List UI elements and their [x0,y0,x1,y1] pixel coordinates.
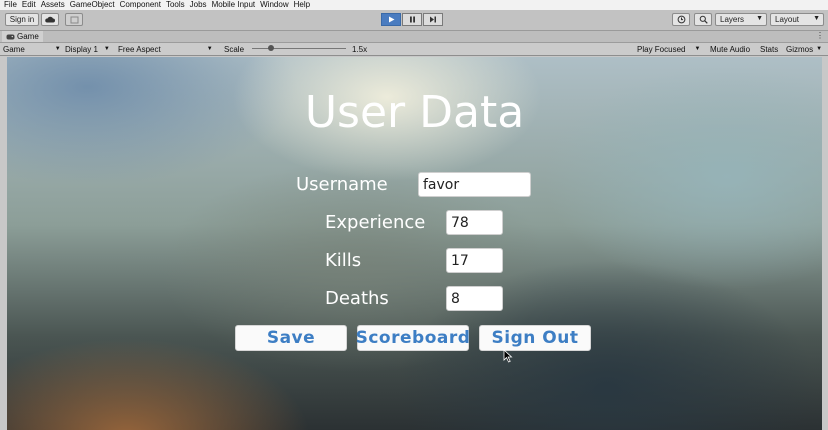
cloud-button[interactable] [41,13,59,26]
mute-audio-toggle[interactable]: Mute Audio [710,43,750,55]
play-focused-dropdown[interactable]: Play Focused ▼ [637,43,700,55]
scale-label: Scale [224,44,245,54]
display-dropdown[interactable]: Display 1 ▼ [65,43,110,55]
play-button[interactable] [381,13,401,26]
game-view: User Data Username Experience Kills Deat… [7,57,822,430]
menu-component[interactable]: Component [120,0,161,10]
username-field[interactable] [418,172,531,197]
collab-icon [70,16,78,23]
deaths-label: Deaths [325,288,389,309]
menu-edit[interactable]: Edit [22,0,36,10]
chevron-down-icon: ▼ [694,46,701,52]
layout-label: Layout [775,15,800,24]
chevron-down-icon: ▼ [756,15,763,22]
chevron-down-icon: ▼ [816,46,823,52]
play-icon [388,16,394,23]
chevron-down-icon: ▼ [54,46,61,52]
tab-game[interactable]: Game [2,31,43,42]
gizmos-label: Gizmos [786,44,814,54]
menu-mobile-input[interactable]: Mobile Input [212,0,256,10]
cloud-icon [45,16,55,23]
page-title: User Data [304,87,525,138]
collab-button[interactable] [65,13,83,26]
tab-game-label: Game [17,32,39,41]
menu-bar: File Edit Assets GameObject Component To… [0,0,828,10]
menu-file[interactable]: File [4,0,17,10]
menu-gameobject[interactable]: GameObject [70,0,115,10]
window-tab-strip: Game ⋮ [0,31,828,43]
search-icon [699,15,708,24]
sign-out-button[interactable]: Sign Out [479,325,591,351]
kills-field[interactable] [446,248,503,273]
view-mode-label: Game [3,44,25,54]
main-toolbar: Sign in Layers ▼ Layout ▼ [0,10,828,31]
step-icon [430,16,436,23]
display-label: Display 1 [65,44,98,54]
save-button[interactable]: Save [235,325,347,351]
layers-label: Layers [720,15,745,24]
history-button[interactable] [672,13,690,26]
menu-jobs[interactable]: Jobs [190,0,207,10]
search-button[interactable] [694,13,712,26]
chevron-down-icon: ▼ [103,46,110,52]
stats-toggle[interactable]: Stats [760,43,778,55]
aspect-dropdown[interactable]: Free Aspect ▼ [118,43,213,55]
chevron-down-icon: ▼ [813,15,820,22]
gizmos-dropdown[interactable]: Gizmos ▼ [786,43,822,55]
play-focused-label: Play Focused [637,44,686,54]
scale-slider-track[interactable] [252,48,346,49]
step-button[interactable] [423,13,443,26]
pause-icon [409,16,415,23]
gamepad-icon [6,34,15,39]
sign-in-button[interactable]: Sign in [5,13,39,26]
experience-label: Experience [325,212,426,233]
menu-assets[interactable]: Assets [41,0,65,10]
layers-dropdown[interactable]: Layers ▼ [715,13,767,26]
username-label: Username [296,174,388,195]
mouse-pointer-icon [503,349,513,363]
kills-label: Kills [325,250,362,271]
chevron-down-icon: ▼ [206,46,213,52]
game-view-toolbar: Game ▼ Display 1 ▼ Free Aspect ▼ Scale 1… [0,43,828,56]
pause-button[interactable] [402,13,422,26]
experience-field[interactable] [446,210,503,235]
layout-dropdown[interactable]: Layout ▼ [770,13,824,26]
menu-help[interactable]: Help [294,0,310,10]
aspect-label: Free Aspect [118,44,161,54]
view-mode-dropdown[interactable]: Game ▼ [3,43,61,55]
scale-value: 1.5x [352,44,368,54]
scale-slider-handle[interactable] [268,45,274,51]
more-options-icon[interactable]: ⋮ [816,31,824,40]
history-icon [677,15,685,24]
menu-tools[interactable]: Tools [166,0,185,10]
play-controls [381,13,444,26]
menu-window[interactable]: Window [260,0,288,10]
deaths-field[interactable] [446,286,503,311]
scoreboard-button[interactable]: Scoreboard [356,325,470,351]
